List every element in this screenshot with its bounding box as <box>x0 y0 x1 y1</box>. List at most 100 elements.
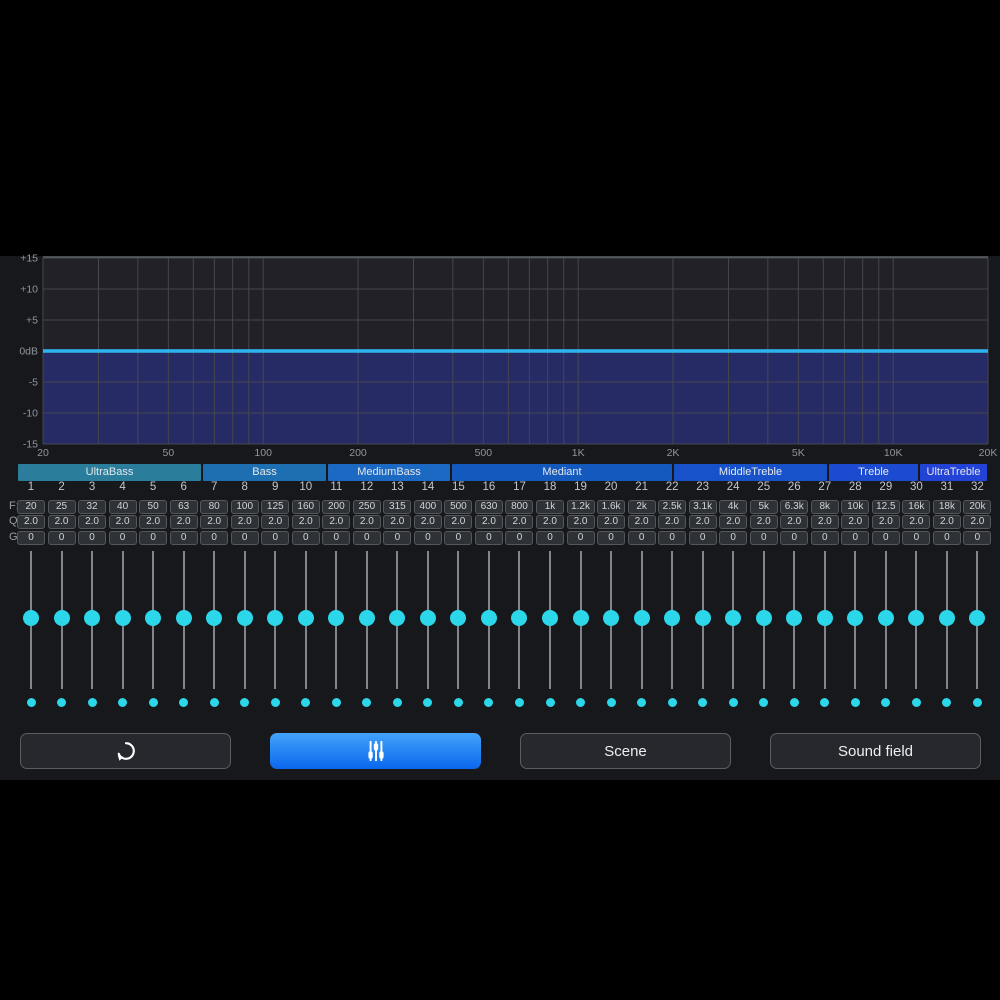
band-number: 28 <box>848 481 862 493</box>
band-group-bass[interactable]: Bass <box>203 464 326 481</box>
band-freq-value: 40 <box>108 499 137 514</box>
band-gain-value: 0 <box>47 530 76 545</box>
gain-slider-handle[interactable] <box>114 610 131 626</box>
gain-slider-handle[interactable] <box>694 610 711 626</box>
band-freq-value: 2k <box>627 499 656 514</box>
band-indicator-dot <box>850 698 860 707</box>
scene-button-label: Scene <box>604 742 647 760</box>
band-indicator-dot <box>87 698 97 707</box>
band-group-mediumbass[interactable]: MediumBass <box>328 464 450 481</box>
gain-slider-handle[interactable] <box>542 610 558 626</box>
y-tick-label: -10 <box>23 408 38 420</box>
band-number: 13 <box>390 481 404 493</box>
band-indicator-dot <box>331 698 341 707</box>
gain-slider-handle[interactable] <box>175 610 192 626</box>
band-indicator-dot <box>545 698 555 707</box>
gain-slider-handle[interactable] <box>145 610 162 626</box>
band-gain-value: 0 <box>566 530 595 545</box>
band-gain-value: 0 <box>291 530 320 545</box>
soundfield-button[interactable]: Sound field <box>770 733 981 769</box>
band-freq-value: 16k <box>902 499 931 514</box>
y-tick-label: +10 <box>20 284 38 296</box>
band-q-value: 2.0 <box>627 515 656 529</box>
band-q-value: 2.0 <box>169 515 198 529</box>
band-freq-value: 3.1k <box>688 499 717 514</box>
band-number: 7 <box>210 481 218 493</box>
gain-slider-handle[interactable] <box>297 610 314 626</box>
gain-slider-handle[interactable] <box>23 610 39 626</box>
reset-button[interactable] <box>20 733 231 769</box>
band-group-treble[interactable]: Treble <box>829 464 918 481</box>
gain-slider-handle[interactable] <box>236 610 253 626</box>
band-group-mediant[interactable]: Mediant <box>452 464 672 481</box>
eq-button[interactable] <box>270 733 481 769</box>
head-unit-screen: 12:36 +15+10+50dB-5-10-1520501002005001K… <box>0 0 1000 1000</box>
band-freq-value: 6.3k <box>780 499 809 514</box>
band-group-middletreble[interactable]: MiddleTreble <box>674 464 827 481</box>
reset-icon <box>117 742 135 761</box>
band-q-value: 2.0 <box>139 515 168 529</box>
band-gain-value: 0 <box>352 530 381 545</box>
band-indicator-dot <box>667 698 677 707</box>
scene-button[interactable]: Scene <box>520 733 731 769</box>
band-number: 14 <box>421 481 435 493</box>
band-indicator-dot <box>209 698 219 707</box>
band-gain-value: 0 <box>322 530 351 545</box>
band-freq-value: 4k <box>719 499 748 514</box>
band-q-value: 2.0 <box>291 515 320 529</box>
band-freq-value: 250 <box>352 499 381 514</box>
band-freq-value: 12.5 <box>871 499 900 514</box>
gain-slider-handle[interactable] <box>664 610 681 626</box>
band-freq-value: 50 <box>139 499 168 514</box>
gain-slider-handle[interactable] <box>358 610 375 626</box>
gain-slider-handle[interactable] <box>816 610 833 626</box>
response-fill <box>43 353 988 444</box>
band-number: 29 <box>879 481 893 493</box>
band-q-value: 2.0 <box>902 515 931 529</box>
gain-slider-handle[interactable] <box>603 610 620 626</box>
band-group-ultratreble[interactable]: UltraTreble <box>920 464 987 481</box>
band-number: 6 <box>180 481 187 493</box>
band-gain-value: 0 <box>261 530 290 545</box>
band-gain-value: 0 <box>474 530 503 545</box>
band-number: 10 <box>299 481 313 493</box>
gain-slider-handle[interactable] <box>755 610 772 626</box>
eq-sliders-icon <box>367 740 384 762</box>
band-q-value: 2.0 <box>200 515 229 529</box>
band-group-ultrabass[interactable]: UltraBass <box>18 464 201 481</box>
gain-slider-handle[interactable] <box>877 610 894 626</box>
band-q-value: 2.0 <box>566 515 595 529</box>
band-q-value: 2.0 <box>230 515 259 529</box>
band-gain-value: 0 <box>78 530 107 545</box>
band-freq-value: 1k <box>536 499 564 514</box>
x-tick-label: 5K <box>792 447 805 459</box>
band-gain-value: 0 <box>230 530 259 545</box>
band-q-value: 2.0 <box>17 515 45 529</box>
gain-slider-handle[interactable] <box>572 610 589 626</box>
gain-slider-handle[interactable] <box>480 610 497 626</box>
gain-slider-handle[interactable] <box>633 610 650 626</box>
eq-response-chart: +15 +10 +5 0dB -5 -10 -1520 50 100 200 500 1K 2K 5K 10… <box>19 253 997 460</box>
band-number: 19 <box>574 481 587 493</box>
band-freq-value: 1.2k <box>566 499 595 514</box>
band-q-value: 2.0 <box>749 515 778 529</box>
band-q-value: 2.0 <box>963 515 992 529</box>
band-q-value: 2.0 <box>108 515 137 529</box>
band-number: 31 <box>940 481 954 493</box>
x-tick-label: 500 <box>475 447 493 459</box>
gain-slider-handle[interactable] <box>938 610 955 626</box>
band-freq-value: 1.6k <box>597 499 626 514</box>
gain-slider-handle[interactable] <box>53 610 70 626</box>
band-indicator-dot <box>26 698 36 707</box>
band-indicator-dot <box>972 698 982 707</box>
band-freq-value: 5k <box>749 499 778 514</box>
band-number: 25 <box>757 481 771 493</box>
band-indicator-dot <box>392 698 402 707</box>
band-number: 5 <box>149 481 157 493</box>
gain-slider-handle[interactable] <box>419 610 436 626</box>
y-tick-label: +5 <box>26 315 38 327</box>
gain-slider-handle[interactable] <box>84 610 101 626</box>
band-number: 15 <box>452 481 465 493</box>
band-q-value: 2.0 <box>352 515 381 529</box>
band-gain-value: 0 <box>627 530 656 545</box>
